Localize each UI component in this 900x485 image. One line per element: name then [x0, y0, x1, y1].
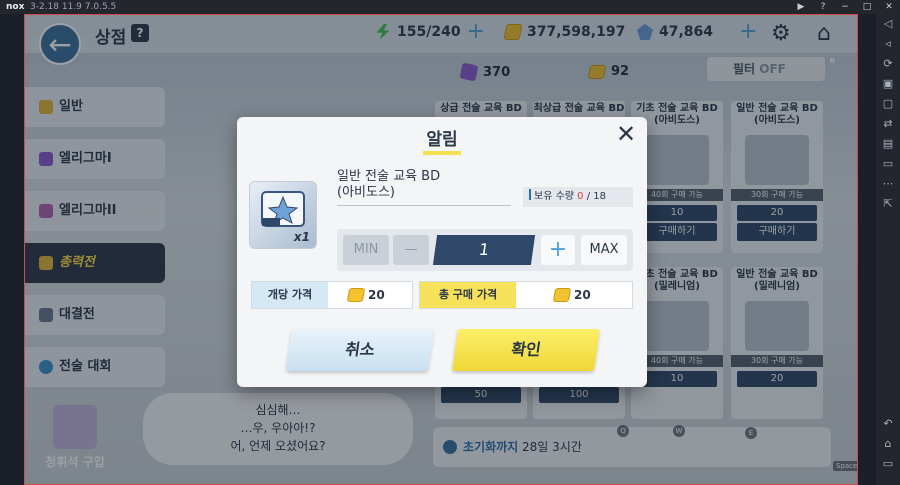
minus-button[interactable]: — [393, 235, 429, 265]
keyboard-icon[interactable]: ▭ [876, 154, 900, 174]
coin-icon [346, 288, 366, 302]
play-icon[interactable]: ▶ [796, 0, 806, 14]
tactical-bd-icon [261, 191, 305, 227]
unit-price-label: 개당 가격 [252, 282, 328, 308]
max-button[interactable]: MAX [581, 235, 627, 265]
quantity-stepper: MIN — 1 + MAX [337, 229, 633, 271]
title-underline [423, 151, 461, 155]
minimize-icon[interactable]: − [840, 0, 850, 14]
record-icon[interactable]: ▢ [876, 94, 900, 114]
back-icon[interactable]: ↶ [876, 414, 900, 434]
total-price-label: 총 구매 가격 [420, 282, 516, 308]
quantity-value[interactable]: 1 [432, 235, 536, 265]
more-icon[interactable]: ⋯ [876, 174, 900, 194]
owned-max: / 18 [586, 191, 607, 202]
unit-price-box: 개당 가격 20 [251, 281, 413, 309]
close-window-icon[interactable]: ✕ [884, 0, 894, 14]
sync-icon[interactable]: ⇄ [876, 114, 900, 134]
recent-apps-icon[interactable]: ▭ [876, 454, 900, 474]
item-name-line: (아비도스) [337, 185, 395, 200]
cancel-button[interactable]: 취소 [286, 329, 434, 371]
rotate-icon[interactable]: ⟳ [876, 54, 900, 74]
screenshot-icon[interactable]: ▣ [876, 74, 900, 94]
unit-price-amount: 20 [368, 288, 385, 302]
unit-price-value: 20 [346, 282, 385, 308]
plus-button[interactable]: + [541, 235, 575, 265]
min-button[interactable]: MIN [343, 235, 389, 265]
volume-up-icon[interactable]: ◁ [876, 14, 900, 34]
total-price-amount: 20 [574, 288, 591, 302]
emulator-sidebar: ◁ ◃ ⟳ ▣ ▢ ⇄ ▤ ▭ ⋯ ⇱ ↶ ⌂ ▭ [876, 14, 900, 485]
divider [337, 205, 511, 206]
coin-icon [552, 288, 572, 302]
owned-current: 0 [577, 191, 584, 202]
purchase-dialog: 알림 ✕ x1 일반 전술 교육 BD (아비도스) 보유 수량 0 / 18 … [237, 117, 647, 387]
item-name-line: 일반 전술 교육 BD [337, 169, 441, 184]
confirm-button[interactable]: 확인 [452, 329, 600, 371]
fullscreen-icon[interactable]: ⇱ [876, 194, 900, 214]
owned-label: 보유 수량 [534, 191, 574, 202]
volume-down-icon[interactable]: ◃ [876, 34, 900, 54]
item-quantity-tag: x1 [293, 230, 310, 244]
game-viewport: ← 상점 ? 155/240 + 377,598,197 47,864 + ⚙ … [24, 14, 858, 485]
total-price-box: 총 구매 가격 20 [419, 281, 633, 309]
help-icon[interactable]: ? [818, 0, 828, 14]
emulator-titlebar: nox 3-2.18 11.9 7.0.5.5 ▶ ? − □ ✕ [0, 0, 900, 14]
total-price-value: 20 [552, 282, 591, 308]
close-icon[interactable]: ✕ [613, 121, 639, 147]
item-image: x1 [249, 181, 317, 249]
maximize-icon[interactable]: □ [862, 0, 872, 14]
item-name: 일반 전술 교육 BD (아비도스) [337, 169, 440, 201]
dialog-title: 알림 [426, 130, 458, 150]
nox-logo: nox [6, 2, 25, 12]
toolbox-icon[interactable]: ▤ [876, 134, 900, 154]
home-icon[interactable]: ⌂ [876, 434, 900, 454]
owned-quantity: 보유 수량 0 / 18 [523, 187, 633, 207]
emulator-version: 3-2.18 11.9 7.0.5.5 [30, 2, 117, 12]
owned-accent [529, 189, 531, 200]
